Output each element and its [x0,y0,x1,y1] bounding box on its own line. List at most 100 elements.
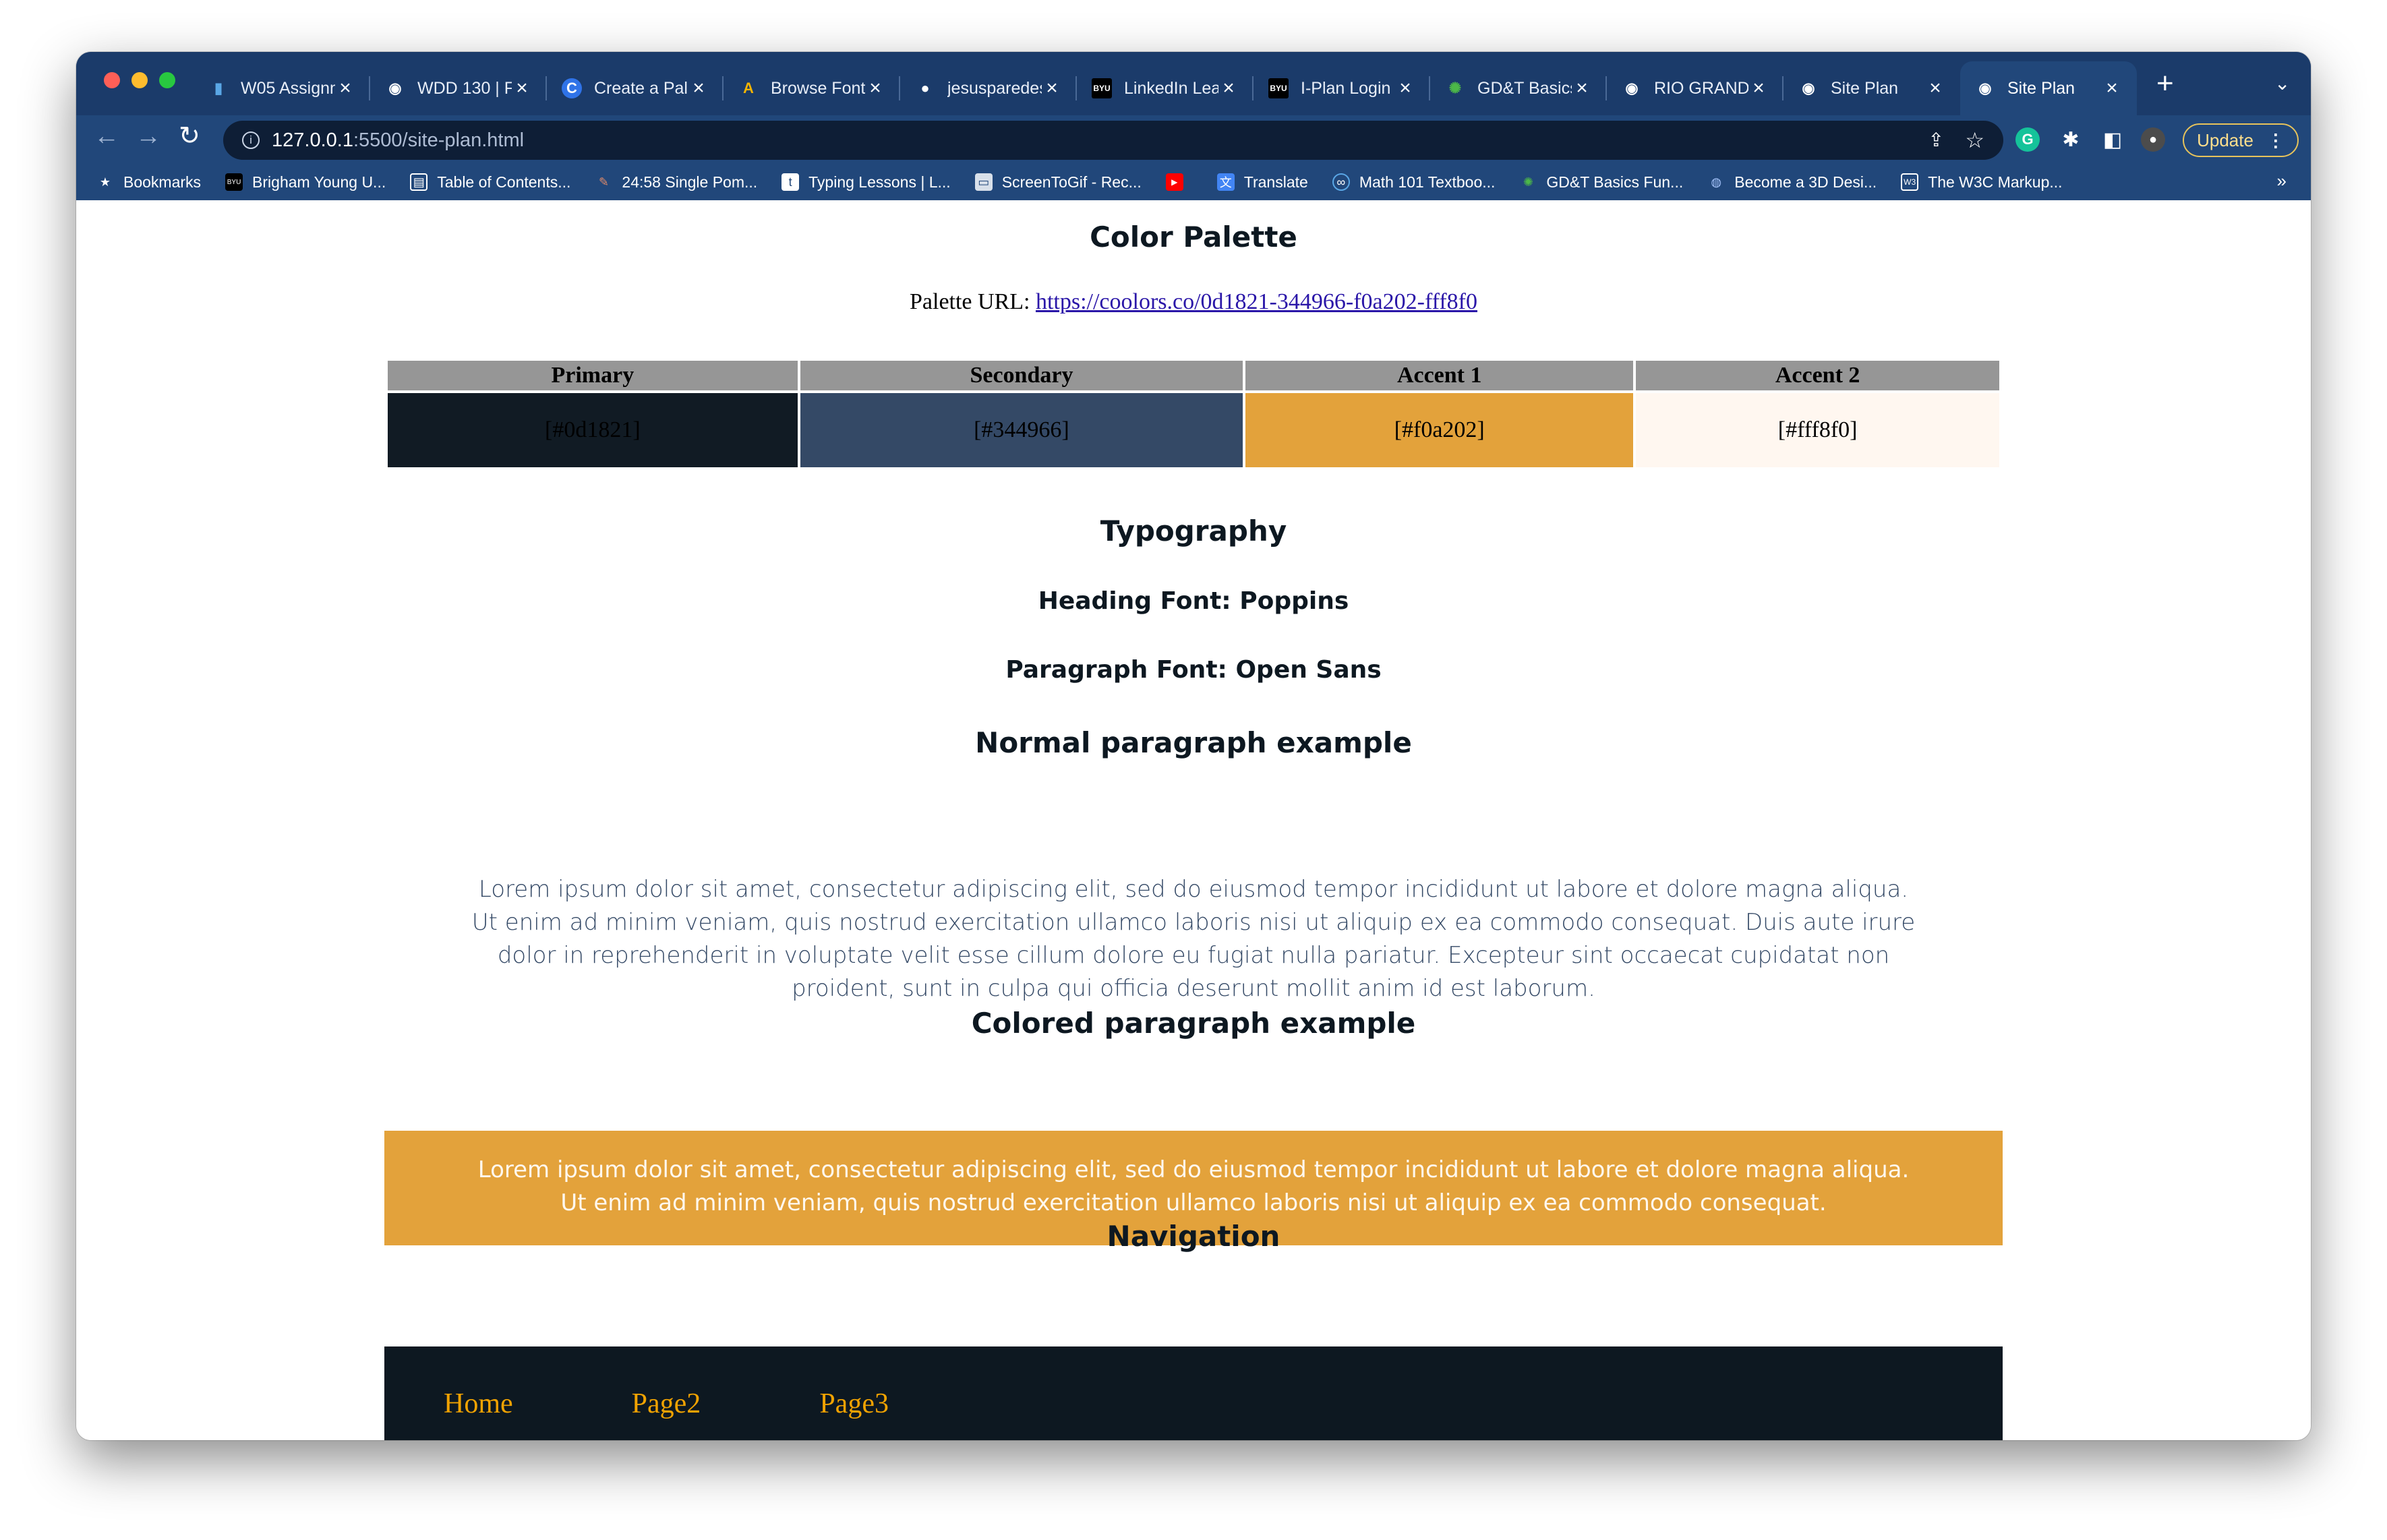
profile-avatar[interactable]: ● [2141,127,2165,152]
tab-site-plan[interactable]: ◉ Site Plan × [1784,61,1960,115]
close-icon[interactable]: × [1395,77,1415,100]
reload-icon[interactable]: ↻ [179,121,200,151]
tab-title: Browse Fonts [771,78,865,98]
bookmark-item[interactable]: t Typing Lessons | L... [782,173,951,191]
side-panel-icon[interactable]: ◧ [2100,127,2125,152]
extensions-puzzle-icon[interactable]: ✱ [2059,127,2083,152]
bookmark-item[interactable]: ▭ ScreenToGif - Rec... [974,173,1142,191]
url-host: 127.0.0.1 [272,129,353,151]
w3c-icon: W3 [1901,173,1919,191]
tab-iplan-login[interactable]: BYU I-Plan Login × [1254,61,1430,115]
bookmark-star-icon[interactable]: ☆ [1965,127,1984,153]
nav-bar: Home Page2 Page3 [384,1346,2003,1440]
book-icon: ▤ [410,173,428,191]
bar-chart-icon: ▮ [214,80,223,96]
colored-paragraph: Lorem ipsum dolor sit amet, consectetur … [477,1156,1910,1216]
header-accent-1: Accent 1 [1245,361,1634,393]
tab-w05-assignment[interactable]: ▮ W05 Assignment × [194,61,370,115]
tab-wdd-130[interactable]: ◉ WDD 130 | F × [370,61,547,115]
colored-paragraph-heading: Colored paragraph example [971,1007,1416,1040]
close-icon[interactable]: × [512,77,532,100]
pencil-icon: ✎ [598,175,609,189]
bookmark-item[interactable]: ◍ Become a 3D Desi... [1707,173,1877,191]
tab-title: I-Plan Login [1301,78,1391,98]
header-secondary: Secondary [800,361,1243,393]
page-content: Color Palette Palette URL: https://coolo… [76,200,2311,1440]
globe-icon: ◉ [1625,80,1639,96]
globe-icon: ◉ [388,80,402,96]
close-icon[interactable]: × [1218,77,1239,100]
bookmark-label: Become a 3D Desi... [1734,173,1877,191]
byu-icon: BYU [1268,78,1289,98]
address-bar[interactable]: i 127.0.0.1:5500/site-plan.html ⇪ ☆ [223,121,2003,160]
bookmark-item[interactable]: BYU Brigham Young U... [225,173,386,191]
bookmark-label: Math 101 Textboo... [1359,173,1496,191]
close-icon[interactable]: × [1925,77,1945,100]
palette-url-link[interactable]: https://coolors.co/0d1821-344966-f0a202-… [1036,289,1477,314]
bookmark-item[interactable]: ★ Bookmarks [96,173,201,191]
tab-title: jesusparedes [947,78,1042,98]
close-icon[interactable]: × [2102,77,2122,100]
tab-browse-fonts[interactable]: A Browse Fonts × [724,61,900,115]
tab-title: Site Plan [1831,78,1899,98]
close-icon[interactable]: × [865,77,885,100]
bookmark-label: Translate [1243,173,1308,191]
bookmark-label: Table of Contents... [437,173,571,191]
translate-icon: 文 [1216,173,1235,191]
tab-gdt-basics[interactable]: ✺ GD&T Basics × [1430,61,1607,115]
browser-chrome: ▮ W05 Assignment × ◉ WDD 130 | F × C Cre… [76,52,2311,200]
nav-link-home[interactable]: Home [444,1388,513,1420]
info-icon[interactable]: i [242,131,260,149]
tab-search-chevron-icon[interactable]: ⌄ [2274,72,2290,94]
bookmark-item[interactable]: ▶ [1165,173,1193,191]
math-icon: ∞ [1332,173,1350,191]
bookmarks-overflow-button[interactable]: » [2277,171,2287,191]
tab-title: W05 Assignment [241,78,335,98]
new-tab-button[interactable]: + [2156,67,2174,100]
tab-site-plan-active[interactable]: ◉ Site Plan × [1960,61,2137,115]
header-accent-2: Accent 2 [1636,361,1999,393]
close-icon[interactable]: × [1042,77,1062,100]
tab-title: GD&T Basics [1477,78,1572,98]
close-window-button[interactable] [104,72,120,88]
update-button[interactable]: Update ⋮ [2183,123,2299,157]
tab-github[interactable]: ● jesusparedes × [900,61,1077,115]
tab-rio-grande[interactable]: ◉ RIO GRANDE × [1607,61,1784,115]
bookmark-item[interactable]: 文 Translate [1216,173,1308,191]
forward-arrow-icon[interactable]: → [136,122,161,151]
back-arrow-icon[interactable]: ← [94,122,119,151]
color-palette-table: Primary Secondary Accent 1 Accent 2 [#0d… [385,361,2002,467]
minimize-window-button[interactable] [131,72,148,88]
palette-url-line: Palette URL: https://coolors.co/0d1821-3… [76,289,2311,315]
bookmark-label: Brigham Young U... [252,173,386,191]
navigation-heading: Navigation [1107,1220,1280,1253]
close-icon[interactable]: × [688,77,709,100]
tab-linkedin-learning[interactable]: BYU LinkedIn Learning × [1077,61,1254,115]
close-icon[interactable]: × [1572,77,1592,100]
tab-create-palette[interactable]: C Create a Pal × [547,61,724,115]
color-palette-heading: Color Palette [1090,220,1297,254]
maximize-window-button[interactable] [159,72,175,88]
close-icon[interactable]: × [1748,77,1769,100]
screen-icon: ▭ [974,173,993,191]
bookmark-item[interactable]: ✎ 24:58 Single Pom... [595,173,757,191]
more-vert-icon[interactable]: ⋮ [2267,130,2285,151]
bookmark-item[interactable]: W3 The W3C Markup... [1901,173,2063,191]
tab-title: Create a Pal [594,78,688,98]
nav-link-page3[interactable]: Page3 [819,1388,889,1420]
bookmark-label: The W3C Markup... [1928,173,2063,191]
grammarly-icon[interactable]: G [2015,127,2040,152]
nav-link-page2[interactable]: Page2 [632,1388,701,1420]
bookmark-item[interactable]: ▤ Table of Contents... [410,173,570,191]
paragraph-font-label: Paragraph Font: Open Sans [1005,656,1382,684]
swatch-secondary: [#344966] [800,393,1243,467]
byu-icon: BYU [1092,78,1112,98]
bookmark-item[interactable]: ✺ GD&T Basics Fun... [1519,173,1683,191]
bookmark-label: 24:58 Single Pom... [622,173,758,191]
close-icon[interactable]: × [335,77,355,100]
bookmark-item[interactable]: ∞ Math 101 Textboo... [1332,173,1496,191]
header-primary: Primary [388,361,798,393]
bookmark-label: ScreenToGif - Rec... [1001,173,1142,191]
star-icon: ★ [99,175,111,189]
share-icon[interactable]: ⇪ [1928,129,1944,151]
